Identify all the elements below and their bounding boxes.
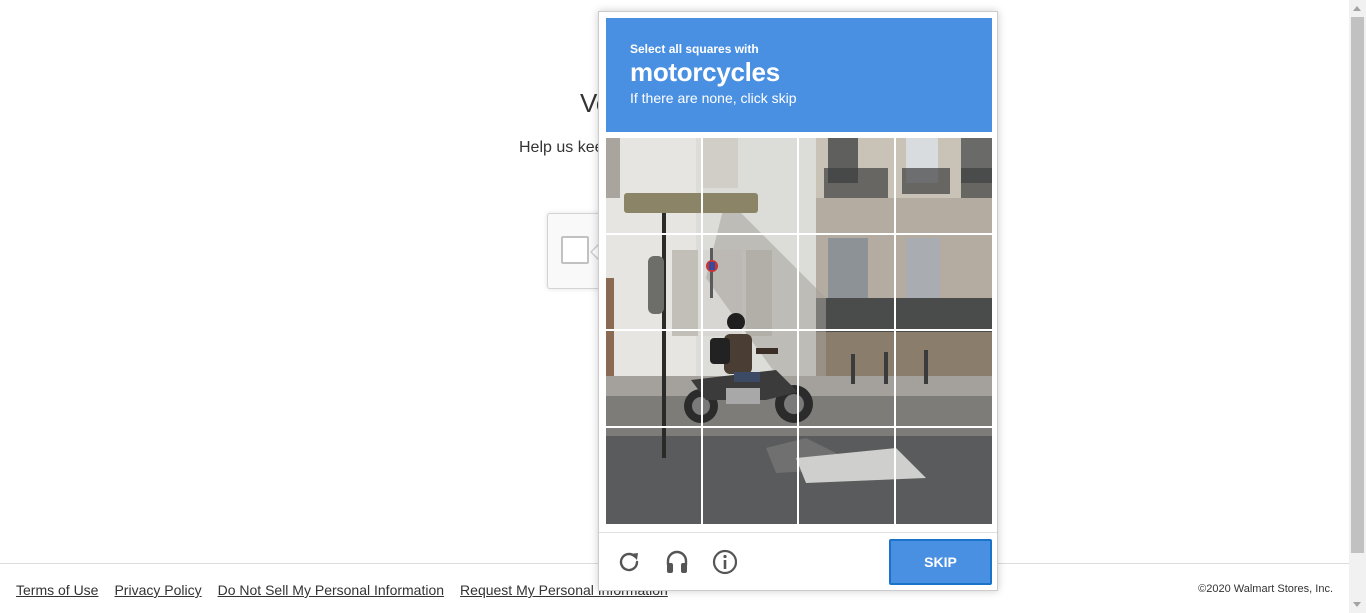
recaptcha-checkbox[interactable] (561, 236, 589, 264)
challenge-tile[interactable] (895, 331, 992, 428)
challenge-tile[interactable] (606, 138, 703, 235)
footer-link-privacy[interactable]: Privacy Policy (114, 582, 201, 598)
challenge-instruction: Select all squares with (630, 42, 759, 56)
reload-icon[interactable] (616, 549, 642, 575)
scroll-thumb[interactable] (1351, 17, 1364, 553)
challenge-tile[interactable] (799, 427, 896, 524)
info-icon[interactable] (712, 549, 738, 575)
challenge-tile[interactable] (702, 138, 799, 235)
captcha-challenge-dialog: Select all squares with motorcycles If t… (598, 11, 998, 591)
challenge-skip-hint: If there are none, click skip (630, 90, 797, 106)
skip-button[interactable]: SKIP (889, 539, 992, 585)
scroll-down-arrow-icon[interactable] (1353, 602, 1361, 607)
challenge-tile[interactable] (896, 428, 993, 525)
challenge-tile[interactable] (606, 331, 703, 428)
challenge-tile[interactable] (606, 234, 703, 331)
copyright: ©2020 Walmart Stores, Inc. (1198, 583, 1333, 595)
challenge-tile-grid (606, 138, 992, 524)
challenge-tile[interactable] (703, 427, 799, 524)
help-text: Help us kee (519, 139, 604, 156)
challenge-tile[interactable] (702, 234, 799, 331)
challenge-tile[interactable] (895, 138, 992, 235)
challenge-header: Select all squares with motorcycles If t… (606, 18, 992, 132)
page: Ve Help us kee Terms of Use Privacy Poli… (0, 0, 1366, 613)
footer-links: Terms of Use Privacy Policy Do Not Sell … (16, 582, 668, 598)
scroll-up-arrow-icon[interactable] (1353, 6, 1361, 11)
challenge-image-grid (606, 138, 992, 524)
challenge-tile[interactable] (799, 138, 896, 235)
challenge-target-object: motorcycles (630, 57, 780, 87)
challenge-tile[interactable] (606, 427, 703, 524)
challenge-tile[interactable] (895, 235, 992, 331)
audio-headphones-icon[interactable] (664, 549, 690, 575)
challenge-tile[interactable] (702, 331, 799, 428)
challenge-tile[interactable] (799, 331, 896, 428)
challenge-tile[interactable] (799, 234, 896, 331)
footer-link-terms[interactable]: Terms of Use (16, 582, 98, 598)
scrollbar[interactable] (1349, 0, 1366, 613)
footer-link-do-not-sell[interactable]: Do Not Sell My Personal Information (218, 582, 444, 598)
challenge-footer-divider (599, 532, 997, 533)
